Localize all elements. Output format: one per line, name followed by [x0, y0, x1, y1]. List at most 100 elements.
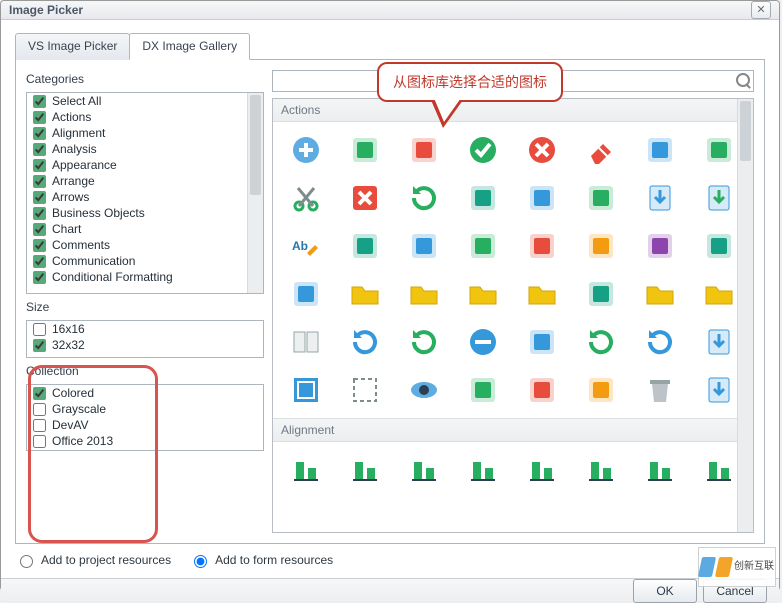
add-circle-icon[interactable] [281, 128, 331, 172]
hide-icon[interactable] [576, 224, 626, 268]
category-item-9[interactable]: Comments [27, 237, 263, 253]
folder-down-icon[interactable] [399, 272, 449, 316]
category-item-5-checkbox[interactable] [33, 175, 46, 188]
search-input[interactable] [272, 70, 754, 92]
panel-green-icon[interactable] [458, 368, 508, 412]
category-item-10[interactable]: Communication [27, 253, 263, 269]
folder-yellow-icon[interactable] [517, 272, 567, 316]
align-mid-icon[interactable] [635, 448, 685, 492]
collection-item-3[interactable]: Office 2013 [27, 433, 263, 449]
check-green-icon[interactable] [458, 128, 508, 172]
align-center-icon[interactable] [458, 448, 508, 492]
align-bottom-icon[interactable] [576, 448, 626, 492]
option-form[interactable]: Add to form resources [189, 552, 333, 568]
percent-grid-icon[interactable] [635, 128, 685, 172]
size-list[interactable]: 16x1632x32 [26, 320, 264, 358]
category-item-3[interactable]: Analysis [27, 141, 263, 157]
close-square-icon[interactable] [340, 176, 390, 220]
download-blue-icon[interactable] [635, 176, 685, 220]
grid-blue-icon[interactable] [458, 224, 508, 268]
category-item-6[interactable]: Arrows [27, 189, 263, 205]
refresh-green-icon[interactable] [399, 176, 449, 220]
category-item-1[interactable]: Actions [27, 109, 263, 125]
minus-blue-icon[interactable] [458, 320, 508, 364]
trash-icon[interactable] [635, 368, 685, 412]
redo-blue-icon[interactable] [635, 320, 685, 364]
convert-table-icon[interactable] [458, 176, 508, 220]
marquee-icon[interactable] [340, 368, 390, 412]
panel-arrow-icon[interactable] [517, 368, 567, 412]
cut-icon[interactable] [281, 176, 331, 220]
tab-vs-image-picker[interactable]: VS Image Picker [15, 33, 130, 60]
category-item-11[interactable]: Conditional Formatting [27, 269, 263, 285]
layers-icon[interactable] [517, 224, 567, 268]
category-item-0[interactable]: Select All [27, 93, 263, 109]
align-box-icon[interactable] [281, 448, 331, 492]
category-item-1-checkbox[interactable] [33, 111, 46, 124]
minus-paper-icon[interactable] [517, 320, 567, 364]
folder-open-icon[interactable] [635, 272, 685, 316]
category-item-4[interactable]: Appearance [27, 157, 263, 173]
categories-list[interactable]: Select AllActionsAlignmentAnalysisAppear… [26, 92, 264, 294]
load-folder-icon[interactable] [458, 272, 508, 316]
category-item-9-checkbox[interactable] [33, 239, 46, 252]
ok-button[interactable]: OK [633, 579, 697, 603]
categories-scrollbar[interactable] [247, 93, 263, 293]
category-item-7-checkbox[interactable] [33, 207, 46, 220]
history-icon[interactable] [281, 272, 331, 316]
category-item-2-checkbox[interactable] [33, 127, 46, 140]
folder-green-icon[interactable] [340, 272, 390, 316]
category-item-8-checkbox[interactable] [33, 223, 46, 236]
size-item-1[interactable]: 32x32 [27, 337, 263, 353]
size-item-0-checkbox[interactable] [33, 323, 46, 336]
document-icon[interactable] [576, 176, 626, 220]
box-down-icon[interactable] [340, 224, 390, 268]
category-item-4-checkbox[interactable] [33, 159, 46, 172]
category-item-8[interactable]: Chart [27, 221, 263, 237]
undo-green-icon[interactable] [576, 320, 626, 364]
collection-item-1-checkbox[interactable] [33, 403, 46, 416]
radio-project[interactable] [20, 555, 33, 568]
category-item-6-checkbox[interactable] [33, 191, 46, 204]
gallery-scrollbar[interactable] [737, 99, 753, 532]
category-item-5[interactable]: Arrange [27, 173, 263, 189]
eye-icon[interactable] [399, 368, 449, 412]
book-icon[interactable] [281, 320, 331, 364]
tab-dx-image-gallery[interactable]: DX Image Gallery [129, 33, 250, 60]
select-icon[interactable] [281, 368, 331, 412]
add-file-icon[interactable] [340, 128, 390, 172]
edit-table-icon[interactable] [399, 224, 449, 268]
add-file2-icon[interactable] [399, 128, 449, 172]
briefcase-icon[interactable] [576, 272, 626, 316]
radio-form[interactable] [194, 555, 207, 568]
align-top-left-icon[interactable] [340, 448, 390, 492]
category-item-2[interactable]: Alignment [27, 125, 263, 141]
align-left-icon[interactable] [517, 448, 567, 492]
sheet-delete-icon[interactable] [517, 176, 567, 220]
size-item-1-checkbox[interactable] [33, 339, 46, 352]
align-bars-icon[interactable] [399, 448, 449, 492]
collection-list[interactable]: ColoredGrayscaleDevAVOffice 2013 [26, 384, 264, 451]
cancel-red-icon[interactable] [517, 128, 567, 172]
ab-edit-icon[interactable]: Ab [281, 224, 331, 268]
collection-item-1[interactable]: Grayscale [27, 401, 263, 417]
collection-item-2-checkbox[interactable] [33, 419, 46, 432]
picture-icon[interactable] [635, 224, 685, 268]
search-icon[interactable] [736, 73, 750, 87]
option-project[interactable]: Add to project resources [15, 552, 171, 568]
redo-green-icon[interactable] [399, 320, 449, 364]
category-item-7[interactable]: Business Objects [27, 205, 263, 221]
category-item-0-checkbox[interactable] [33, 95, 46, 108]
eraser-icon[interactable] [576, 128, 626, 172]
collection-item-2[interactable]: DevAV [27, 417, 263, 433]
collection-item-0[interactable]: Colored [27, 385, 263, 401]
category-item-11-checkbox[interactable] [33, 271, 46, 284]
undo-blue-icon[interactable] [340, 320, 390, 364]
table-blue-icon[interactable] [576, 368, 626, 412]
category-item-3-checkbox[interactable] [33, 143, 46, 156]
close-icon[interactable]: ✕ [751, 1, 771, 19]
collection-item-0-checkbox[interactable] [33, 387, 46, 400]
size-item-0[interactable]: 16x16 [27, 321, 263, 337]
collection-item-3-checkbox[interactable] [33, 435, 46, 448]
category-item-10-checkbox[interactable] [33, 255, 46, 268]
